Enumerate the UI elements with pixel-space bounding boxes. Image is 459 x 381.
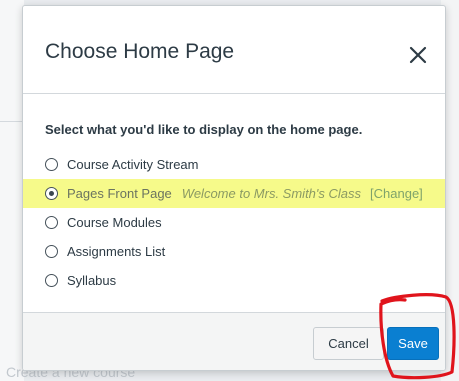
option-label: Pages Front Page: [67, 186, 172, 201]
option-label: Course Modules: [67, 215, 162, 230]
home-page-options: Course Activity Stream Pages Front Page …: [23, 150, 445, 295]
option-pages-front-page[interactable]: Pages Front Page Welcome to Mrs. Smith's…: [23, 179, 445, 208]
front-page-title: Welcome to Mrs. Smith's Class: [181, 186, 362, 201]
save-button[interactable]: Save: [387, 327, 439, 360]
option-label: Syllabus: [67, 273, 117, 288]
option-syllabus[interactable]: Syllabus: [23, 266, 445, 295]
cancel-button[interactable]: Cancel: [313, 327, 384, 360]
dialog-header: Choose Home Page: [23, 6, 445, 94]
radio-course-modules[interactable]: [45, 216, 58, 229]
option-course-modules[interactable]: Course Modules: [23, 208, 445, 237]
radio-course-activity-stream[interactable]: [45, 158, 58, 171]
option-course-activity-stream[interactable]: Course Activity Stream: [23, 150, 445, 179]
background-left-panel: [0, 0, 24, 381]
close-icon[interactable]: [407, 44, 429, 66]
radio-syllabus[interactable]: [45, 274, 58, 287]
dialog-body: Select what you'd like to display on the…: [23, 94, 445, 312]
choose-home-page-dialog: Choose Home Page Select what you'd like …: [22, 5, 446, 371]
option-label: Course Activity Stream: [67, 157, 199, 172]
dialog-title: Choose Home Page: [45, 40, 235, 63]
radio-pages-front-page[interactable]: [45, 187, 58, 200]
background-divider: [0, 121, 24, 122]
dialog-footer: Cancel Save: [23, 312, 445, 370]
option-assignments-list[interactable]: Assignments List: [23, 237, 445, 266]
radio-assignments-list[interactable]: [45, 245, 58, 258]
change-front-page-link[interactable]: [Change]: [370, 186, 423, 201]
home-page-prompt: Select what you'd like to display on the…: [45, 122, 363, 137]
option-label: Assignments List: [67, 244, 166, 259]
